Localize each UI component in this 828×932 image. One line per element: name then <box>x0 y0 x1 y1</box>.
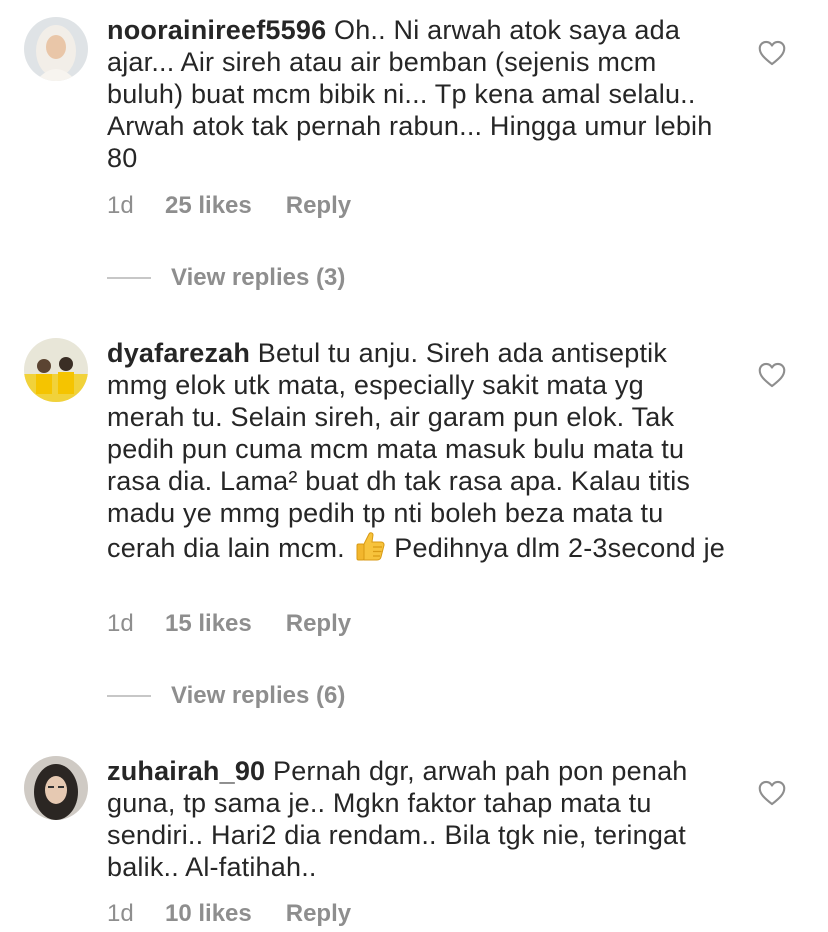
comment-likes[interactable]: 25 likes <box>165 192 252 220</box>
comment-username[interactable]: noorainireef5596 <box>107 15 326 45</box>
comment-meta: 1d 25 likes Reply <box>107 192 351 220</box>
comment-text: Betul tu anju. Sireh ada antiseptik mmg … <box>107 338 691 563</box>
comment-username[interactable]: zuhairah_90 <box>107 756 265 786</box>
reply-button[interactable]: Reply <box>286 610 351 638</box>
comment-time: 1d <box>107 900 134 927</box>
view-replies-button[interactable]: View replies (3) <box>107 264 345 292</box>
divider-line <box>107 695 151 697</box>
comment-meta: 1d 10 likes Reply <box>107 900 351 928</box>
comment-text-after-emoji: Pedihnya dlm 2-3second je <box>394 533 725 563</box>
reply-button[interactable]: Reply <box>286 900 351 928</box>
view-replies-label: View replies (6) <box>171 682 346 709</box>
comment-likes[interactable]: 10 likes <box>165 900 252 928</box>
comment-body: zuhairah_90 Pernah dgr, arwah pah pon pe… <box>107 755 727 883</box>
comment-body: noorainireef5596 Oh.. Ni arwah atok saya… <box>107 14 727 174</box>
comment-time: 1d <box>107 192 134 219</box>
comment-username[interactable]: dyafarezah <box>107 338 250 368</box>
avatar[interactable] <box>24 17 88 81</box>
comment-time: 1d <box>107 610 134 637</box>
reply-button[interactable]: Reply <box>286 192 351 220</box>
divider-line <box>107 277 151 279</box>
comment-body: dyafarezah Betul tu anju. Sireh ada anti… <box>107 337 727 564</box>
comment-meta: 1d 15 likes Reply <box>107 610 351 638</box>
view-replies-label: View replies (3) <box>171 264 346 291</box>
like-heart-icon[interactable] <box>758 780 786 806</box>
avatar[interactable] <box>24 338 88 402</box>
view-replies-button[interactable]: View replies (6) <box>107 682 345 710</box>
avatar[interactable] <box>24 756 88 820</box>
like-heart-icon[interactable] <box>758 40 786 66</box>
thumbs-up-emoji-icon <box>353 529 387 563</box>
comment-likes[interactable]: 15 likes <box>165 610 252 638</box>
like-heart-icon[interactable] <box>758 362 786 388</box>
